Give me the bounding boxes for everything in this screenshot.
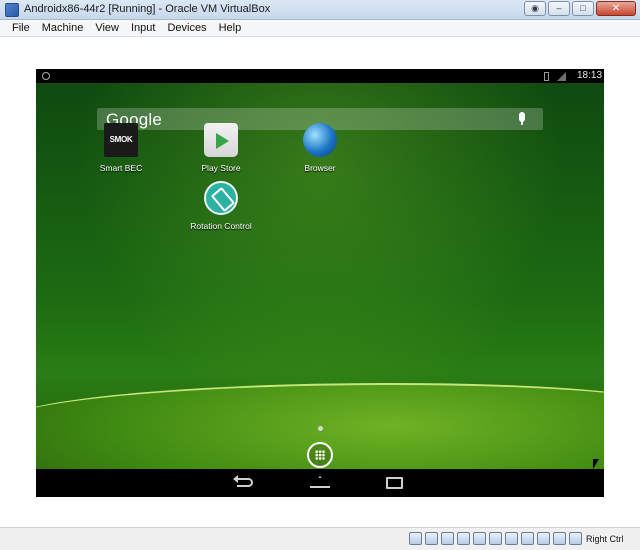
app-play-store[interactable]: Play Store [171,123,271,173]
app-label: Rotation Control [190,221,252,231]
app-browser[interactable]: Browser [270,123,370,173]
menubar: File Machine View Input Devices Help [0,20,640,37]
menu-devices[interactable]: Devices [161,22,212,34]
close-icon[interactable]: ✕ [596,1,636,16]
vm-status-bar: Right Ctrl [0,527,640,550]
android-status-bar: 18:13 [36,69,604,83]
page-indicator-dot [318,426,323,431]
recent-apps-icon[interactable] [386,477,403,489]
window-controls: ◉ – □ ✕ [524,1,636,16]
app-smart-bec[interactable]: SMOK Smart BEC [71,123,171,173]
maximize-icon[interactable]: □ [572,1,594,16]
play-store-icon [204,123,238,157]
optical-drive-icon[interactable] [425,532,438,545]
minimize-icon[interactable]: – [548,1,570,16]
mouse-integration-icon[interactable] [553,532,566,545]
host-key-label: Right Ctrl [586,534,624,544]
android-screen[interactable]: 18:13 Google SMOK Smart BEC Play Store B… [36,69,604,497]
battery-icon [544,72,549,81]
app-label: Smart BEC [99,163,143,173]
display-icon[interactable] [505,532,518,545]
virtualbox-app-icon [5,3,19,17]
network-icon[interactable] [457,532,470,545]
wallpaper: Google SMOK Smart BEC Play Store Browser… [36,83,604,497]
notification-icon [42,72,50,80]
menu-file[interactable]: File [6,22,36,34]
back-icon[interactable] [233,475,253,487]
keyboard-icon[interactable] [569,532,582,545]
browser-icon [303,123,337,157]
restore-icon[interactable]: ◉ [524,1,546,16]
rotation-control-icon [204,181,238,215]
cpu-icon[interactable] [537,532,550,545]
audio-icon[interactable] [441,532,454,545]
android-nav-bar [36,469,604,497]
signal-icon [557,72,566,81]
app-rotation-control[interactable]: Rotation Control [171,181,271,231]
device-tray [409,532,582,545]
window-titlebar[interactable]: Androidx86-44r2 [Running] - Oracle VM Vi… [0,0,640,20]
menu-help[interactable]: Help [213,22,248,34]
window-title: Androidx86-44r2 [Running] - Oracle VM Vi… [24,3,271,15]
status-clock: 18:13 [577,70,603,81]
mouse-cursor [593,459,599,469]
menu-machine[interactable]: Machine [36,22,90,34]
menu-input[interactable]: Input [125,22,161,34]
home-icon-base [310,486,330,488]
shared-folders-icon[interactable] [489,532,502,545]
app-grid-icon [315,450,325,460]
app-label: Play Store [201,163,241,173]
usb-icon[interactable] [473,532,486,545]
recording-icon[interactable] [521,532,534,545]
mic-icon[interactable] [519,112,525,125]
app-drawer-button[interactable] [307,442,333,468]
menu-view[interactable]: View [89,22,125,34]
app-label: Browser [304,163,336,173]
smok-icon: SMOK [104,123,138,157]
hard-disk-icon[interactable] [409,532,422,545]
